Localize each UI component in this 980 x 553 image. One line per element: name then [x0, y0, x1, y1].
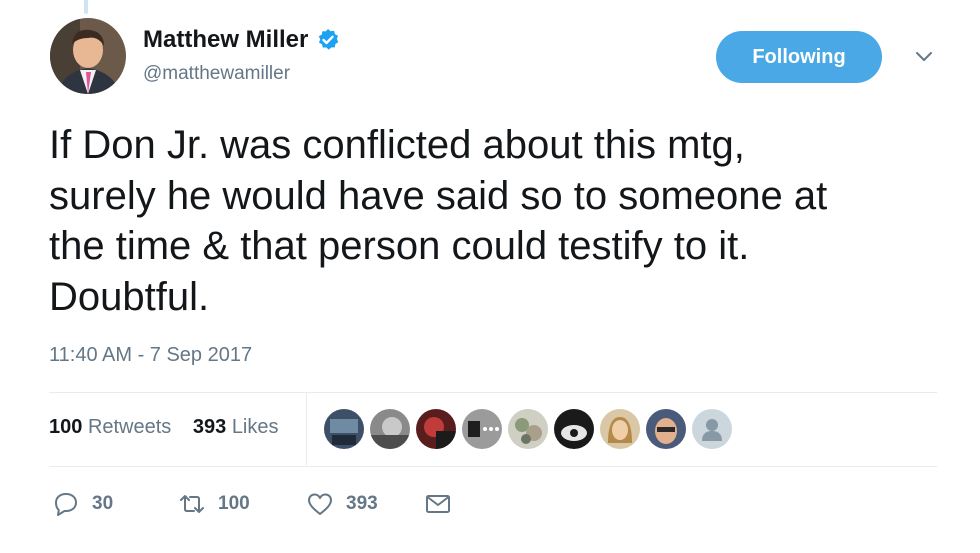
- reply-icon: [55, 493, 77, 516]
- reply-button[interactable]: 30: [52, 490, 178, 518]
- likes-count[interactable]: 393: [193, 416, 226, 438]
- author-avatar[interactable]: [50, 18, 126, 94]
- thread-connector-line: [84, 0, 88, 14]
- liker-avatar[interactable]: [508, 409, 548, 449]
- default-avatar[interactable]: [692, 409, 732, 449]
- retweet-count: 100: [218, 493, 250, 514]
- tweet-actions: 30 100 393: [52, 490, 452, 518]
- direct-message-button[interactable]: [424, 490, 452, 518]
- retweets-count[interactable]: 100: [49, 416, 82, 438]
- tweet-text: If Don Jr. was conflicted about this mtg…: [49, 120, 949, 322]
- tweet-stats: 100 Retweets 393 Likes: [49, 416, 279, 439]
- liker-avatar[interactable]: [370, 409, 410, 449]
- liker-avatars: [324, 409, 738, 449]
- author-handle[interactable]: @matthewamiller: [143, 63, 290, 85]
- divider: [49, 466, 937, 467]
- tweet-timestamp[interactable]: 11:40 AM - 7 Sep 2017: [49, 344, 252, 367]
- liker-avatar[interactable]: [646, 409, 686, 449]
- following-button[interactable]: Following: [716, 31, 882, 83]
- retweets-label[interactable]: Retweets: [88, 416, 171, 438]
- tweet-text-line: surely he would have said so to someone …: [49, 173, 828, 218]
- like-count: 393: [346, 493, 378, 514]
- retweet-icon: [180, 495, 204, 513]
- liker-avatar[interactable]: [416, 409, 456, 449]
- tweet-text-line: Doubtful.: [49, 274, 210, 319]
- liker-avatar[interactable]: [600, 409, 640, 449]
- likes-label[interactable]: Likes: [232, 416, 279, 438]
- author-name[interactable]: Matthew Miller: [143, 26, 308, 54]
- stats-separator: [306, 393, 307, 465]
- liker-avatar[interactable]: [462, 409, 502, 449]
- divider: [49, 392, 937, 393]
- chevron-down-icon[interactable]: [912, 46, 936, 68]
- verified-badge-icon: [316, 28, 340, 52]
- liker-avatar[interactable]: [554, 409, 594, 449]
- like-icon: [308, 493, 332, 515]
- tweet-text-line: If Don Jr. was conflicted about this mtg…: [49, 123, 745, 167]
- liker-avatar[interactable]: [324, 409, 364, 449]
- like-button[interactable]: 393: [306, 490, 424, 518]
- retweet-button[interactable]: 100: [178, 490, 306, 518]
- reply-count: 30: [92, 493, 114, 514]
- tweet-text-line: the time & that person could testify to …: [49, 224, 750, 268]
- direct-message-icon: [426, 495, 450, 513]
